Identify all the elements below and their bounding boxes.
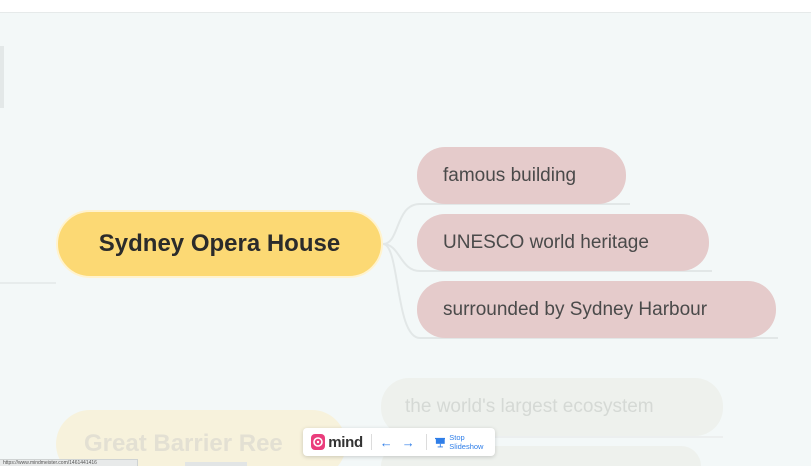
central-topic-sydney-opera-house[interactable]: Sydney Opera House bbox=[56, 210, 383, 278]
central-topic-label: Sydney Opera House bbox=[98, 230, 341, 257]
subtopic-surrounded-by-harbour[interactable]: surrounded by Sydney Harbour bbox=[417, 281, 776, 338]
arrow-right-icon: → bbox=[401, 434, 415, 450]
subtopic-unesco-world-heritage[interactable]: UNESCO world heritage bbox=[417, 214, 709, 271]
subtopic-label: famous building bbox=[443, 164, 577, 186]
mindmeister-logo-icon bbox=[311, 434, 326, 450]
status-bar-url: https://www.mindmeister.com/1461441416 bbox=[0, 459, 138, 466]
logo-wordmark: mind bbox=[328, 433, 363, 451]
subtopic-famous-building[interactable]: famous building bbox=[417, 147, 626, 204]
subtopic-label: UNESCO world heritage bbox=[443, 231, 649, 253]
status-bar-segment bbox=[185, 462, 247, 466]
toolbar-divider bbox=[370, 434, 372, 450]
mind-map-canvas: Sydney Opera House famous building UNESC… bbox=[0, 0, 811, 466]
previous-slide-button[interactable]: ← bbox=[380, 436, 393, 449]
faded-subtopic-label: the world's largest ecosystem bbox=[405, 396, 654, 417]
arrow-left-icon: ← bbox=[379, 434, 393, 450]
subtopic-label: surrounded by Sydney Harbour bbox=[443, 298, 708, 320]
presentation-screen-icon bbox=[434, 437, 446, 447]
next-slide-button[interactable]: → bbox=[402, 436, 415, 449]
slideshow-toolbar: mind ← → Stop Slideshow bbox=[303, 428, 495, 456]
stop-slideshow-button[interactable]: Stop Slideshow bbox=[434, 433, 495, 451]
faded-central-topic-label: Great Barrier Ree bbox=[84, 430, 283, 457]
toolbar-divider bbox=[425, 434, 427, 450]
stop-slideshow-label: Stop Slideshow bbox=[449, 433, 484, 451]
